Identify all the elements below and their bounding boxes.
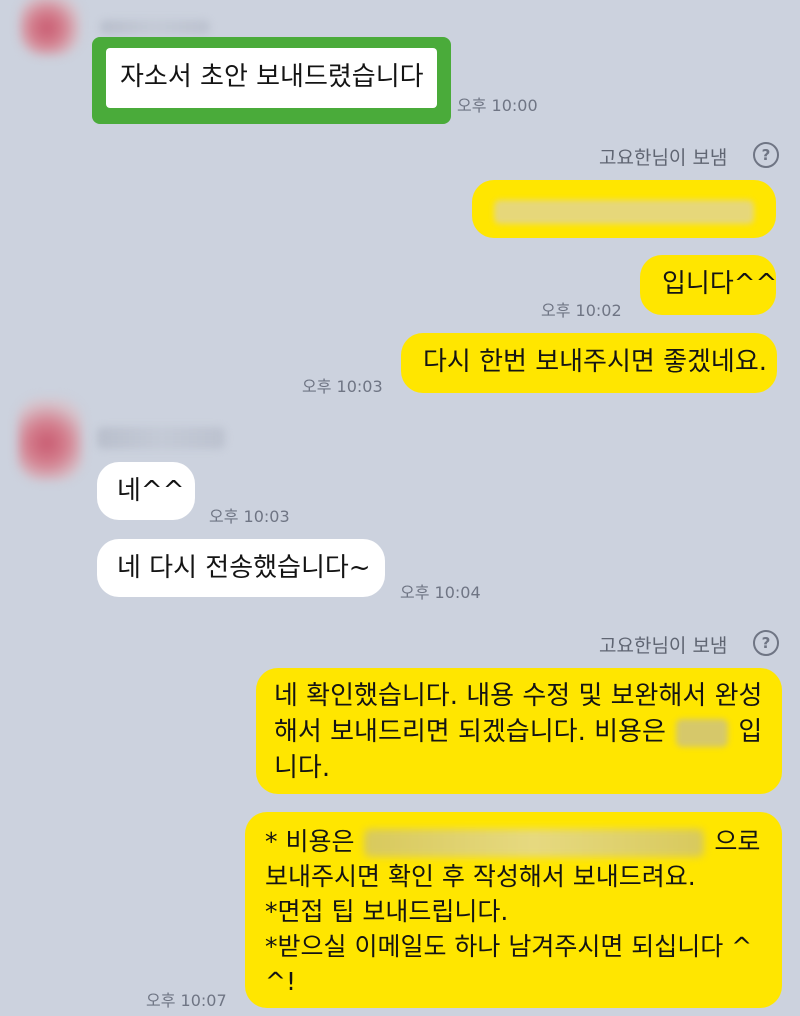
- message-text: 으로: [714, 827, 761, 856]
- outgoing-message-bubble[interactable]: * 비용은 으로 보내주시면 확인 후 작성해서 보내드려요. *면접 팁 보내…: [245, 812, 782, 1008]
- message-timestamp: 오후 10:02: [541, 301, 622, 320]
- message-timestamp: 오후 10:03: [209, 507, 290, 526]
- message-timestamp: 오후 10:00: [457, 96, 538, 115]
- incoming-message-bubble[interactable]: 네 다시 전송했습니다~: [97, 539, 385, 597]
- redacted-account-info: [364, 829, 705, 857]
- sender-name-blurred: [97, 427, 225, 449]
- outgoing-message-bubble[interactable]: 네 확인했습니다. 내용 수정 및 보완해서 완성 해서 보내드리면 되겠습니다…: [256, 668, 782, 794]
- message-timestamp: 오후 10:07: [146, 991, 227, 1010]
- question-circle-icon[interactable]: ?: [753, 630, 779, 656]
- message-timestamp: 오후 10:04: [400, 583, 481, 602]
- message-line: ^!: [265, 967, 296, 996]
- outgoing-message-bubble-blurred[interactable]: [472, 180, 776, 238]
- outgoing-message-bubble[interactable]: 입니다^^: [640, 255, 778, 315]
- sender-name-blurred-top: [100, 20, 210, 34]
- sent-by-label: 고요한님이 보냄: [599, 635, 728, 657]
- message-line: 보내주시면 확인 후 작성해서 보내드려요.: [265, 862, 696, 891]
- outgoing-message-bubble[interactable]: 다시 한번 보내주시면 좋겠네요.: [401, 333, 777, 393]
- message-line: 니다.: [274, 753, 331, 783]
- message-text: 입니다^^: [662, 269, 778, 299]
- message-text: 자소서 초안 보내드렸습니다: [120, 62, 424, 92]
- incoming-message-bubble[interactable]: 자소서 초안 보내드렸습니다: [106, 48, 437, 108]
- redacted-price: [676, 718, 729, 747]
- redacted-content: [494, 200, 754, 224]
- message-text: 네^^: [117, 476, 185, 506]
- sender-avatar-top[interactable]: [20, 0, 80, 55]
- message-timestamp: 오후 10:03: [302, 377, 383, 396]
- sender-avatar[interactable]: [18, 398, 82, 480]
- sent-by-label: 고요한님이 보냄: [599, 147, 728, 169]
- message-line: *면접 팁 보내드립니다.: [265, 897, 509, 926]
- message-line: * 비용은 으로: [265, 824, 762, 859]
- message-line: *받으실 이메일도 하나 남겨주시면 되십니다 ^: [265, 932, 753, 961]
- message-text: 네 다시 전송했습니다~: [117, 553, 371, 583]
- message-text: * 비용은: [265, 827, 355, 856]
- message-text: 해서 보내드리면 되겠습니다. 비용은: [274, 717, 666, 747]
- incoming-message-bubble[interactable]: 네^^: [97, 462, 195, 520]
- message-text: 다시 한번 보내주시면 좋겠네요.: [423, 347, 768, 377]
- message-line: 네 확인했습니다. 내용 수정 및 보완해서 완성: [274, 681, 763, 711]
- message-text: 입: [738, 717, 763, 747]
- question-circle-icon[interactable]: ?: [753, 142, 779, 168]
- message-line: 해서 보내드리면 되겠습니다. 비용은 입: [274, 714, 764, 750]
